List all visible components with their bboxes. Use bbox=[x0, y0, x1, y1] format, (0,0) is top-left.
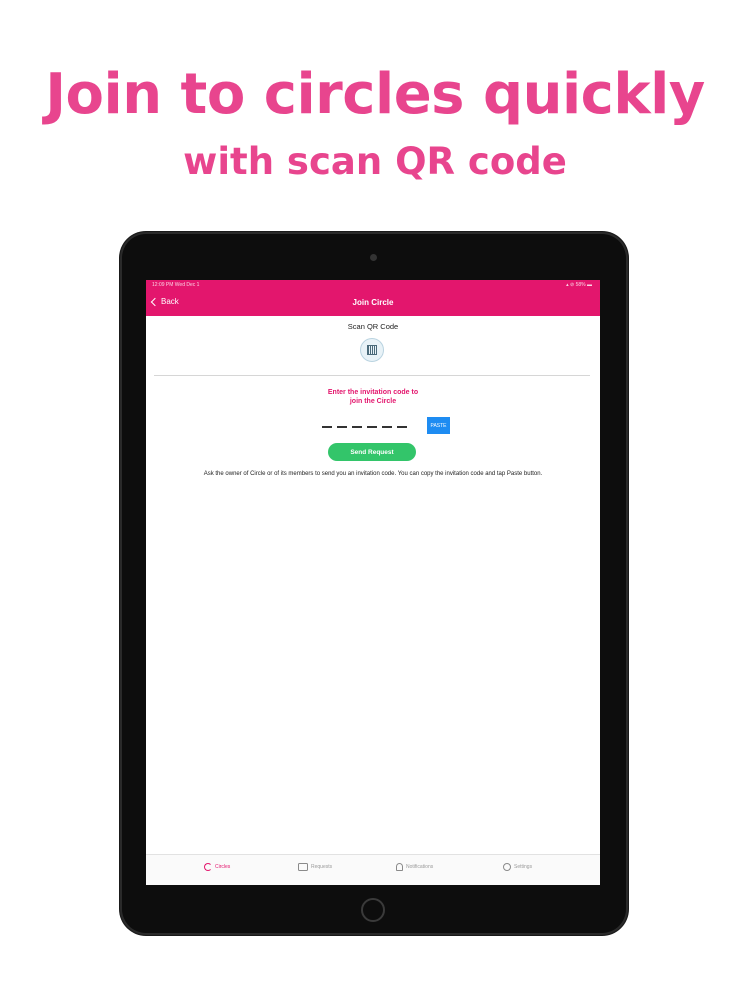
invitation-prompt-line1: Enter the invitation code to bbox=[327, 389, 419, 396]
paste-button[interactable]: PASTE bbox=[427, 417, 450, 434]
tab-bar: Circles Requests Notifications Settings bbox=[146, 854, 600, 885]
tab-notifications-label: Notifications bbox=[406, 864, 434, 870]
circles-icon bbox=[204, 863, 212, 871]
tab-requests-label: Requests bbox=[311, 864, 333, 870]
headline-title: Join to circles quickly bbox=[45, 62, 705, 127]
camera-dot bbox=[370, 254, 377, 261]
tab-circles-label: Circles bbox=[215, 864, 231, 870]
app-screen: 12:09 PM Wed Dec 1 ▴ ⊘ 58% ▬ Back Join C… bbox=[146, 280, 600, 885]
user-icon bbox=[503, 863, 511, 871]
status-bar: 12:09 PM Wed Dec 1 ▴ ⊘ 58% ▬ bbox=[146, 280, 600, 290]
send-request-button[interactable]: Send Request bbox=[328, 443, 416, 461]
scan-qr-label: Scan QR Code bbox=[347, 322, 399, 331]
requests-icon bbox=[298, 863, 308, 871]
status-time: 12:09 PM Wed Dec 1 bbox=[152, 282, 200, 288]
status-indicators: ▴ ⊘ 58% ▬ bbox=[566, 282, 592, 288]
tab-settings[interactable]: Settings bbox=[503, 863, 532, 871]
tab-settings-label: Settings bbox=[514, 864, 533, 870]
tablet-device: 12:09 PM Wed Dec 1 ▴ ⊘ 58% ▬ Back Join C… bbox=[120, 232, 628, 935]
qr-code-icon[interactable] bbox=[360, 338, 384, 362]
tab-notifications[interactable]: Notifications bbox=[396, 863, 433, 871]
headline-subtitle: with scan QR code bbox=[183, 140, 567, 183]
tab-circles[interactable]: Circles bbox=[204, 863, 230, 871]
invitation-prompt-line2: join the Circle bbox=[349, 398, 397, 405]
invitation-code-input[interactable] bbox=[322, 426, 407, 428]
invitation-prompt: Enter the invitation code to join the Ci… bbox=[146, 388, 600, 406]
tab-requests[interactable]: Requests bbox=[298, 863, 332, 871]
help-text: Ask the owner of Circle or of its member… bbox=[203, 471, 543, 477]
navigation-bar: Back Join Circle bbox=[146, 290, 600, 316]
page-title: Join Circle bbox=[352, 298, 394, 307]
bell-icon bbox=[396, 863, 403, 871]
home-button[interactable] bbox=[361, 898, 385, 922]
divider bbox=[154, 375, 590, 376]
